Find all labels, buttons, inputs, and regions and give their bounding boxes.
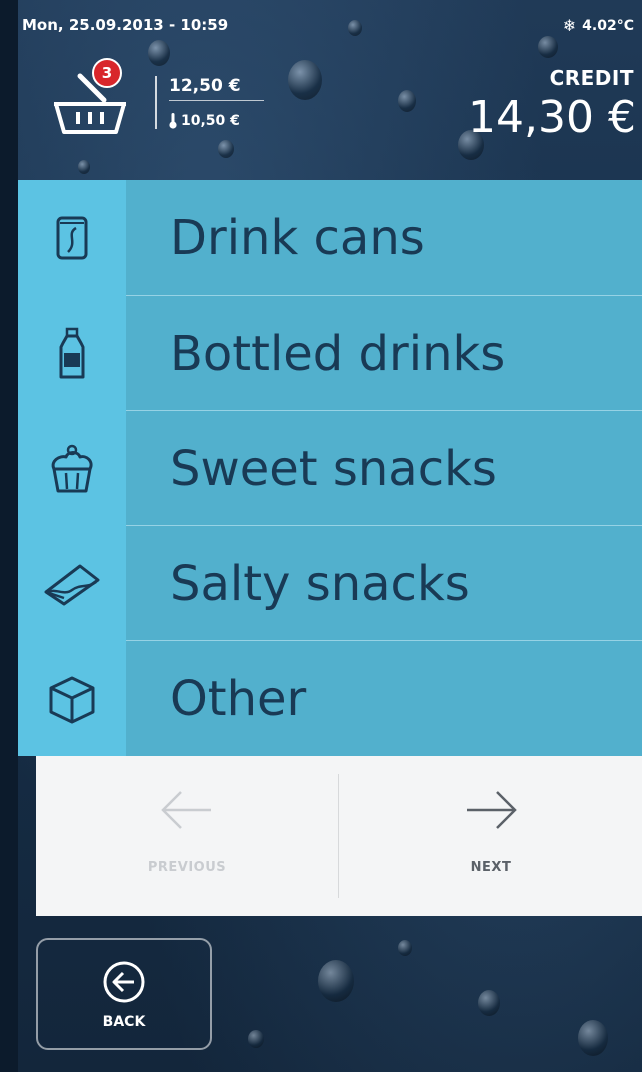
drop [348,20,362,36]
drop [538,36,558,58]
category-salty-snacks[interactable]: Salty snacks [18,526,642,641]
credit-value: 14,30 € [468,92,636,143]
category-label: Sweet snacks [170,440,497,497]
back-label: BACK [102,1014,146,1030]
snowflake-icon: ❄ [562,16,577,35]
bottle-icon [18,296,126,411]
cupcake-icon [18,411,126,526]
category-drink-cans[interactable]: Drink cans [18,180,642,295]
previous-button[interactable]: PREVIOUS [36,756,338,916]
pager: PREVIOUS NEXT [36,756,642,916]
drop [148,40,170,66]
pager-divider [338,774,339,898]
next-button[interactable]: NEXT [340,756,642,916]
drop [218,140,234,158]
temperature-value: 4.02°C [582,17,634,34]
previous-label: PREVIOUS [147,860,227,875]
category-other[interactable]: Other [18,641,642,756]
drop [398,90,416,112]
drop [478,990,500,1016]
box-icon [18,641,126,756]
status-datetime: Mon, 25.09.2013 - 10:59 [22,16,229,34]
category-label: Drink cans [170,209,425,266]
basket-reduced-total: 10,50 € [169,113,264,129]
category-label: Bottled drinks [170,325,506,382]
category-list: Drink cans Bottled drinks Sweet snacks S… [18,180,642,756]
next-label: NEXT [470,860,512,875]
basket-total: 12,50 € [169,76,241,96]
status-temperature: ❄ 4.02°C [563,16,634,35]
basket[interactable]: 3 [50,58,130,140]
category-bottled-drinks[interactable]: Bottled drinks [18,296,642,411]
category-sweet-snacks[interactable]: Sweet snacks [18,411,642,526]
reduced-total-value: 10,50 € [181,113,240,129]
arrow-right-icon [467,791,517,829]
drop [248,1030,264,1048]
drop [78,160,90,174]
back-arrow-icon [103,961,145,1003]
thermometer-icon [169,113,177,129]
can-icon [18,180,126,295]
basket-prices: 12,50 € 10,50 € [155,76,264,129]
drop [578,1020,608,1056]
arrow-left-icon [161,791,211,829]
drop [318,960,354,1002]
category-label: Other [170,670,307,727]
back-button[interactable]: BACK [36,938,212,1050]
drop [398,940,412,956]
drop [288,60,322,100]
basket-count-badge: 3 [92,58,122,88]
price-divider [169,100,264,101]
category-label: Salty snacks [170,555,470,612]
sandwich-icon [18,526,126,641]
credit-label: CREDIT [549,66,634,90]
